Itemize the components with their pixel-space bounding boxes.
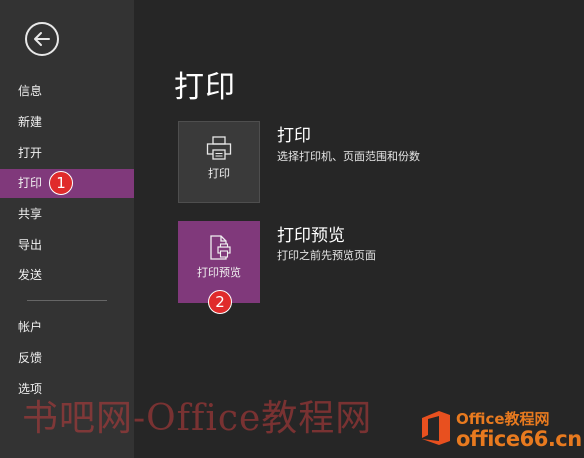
print-preview-tile-label: 打印预览 xyxy=(197,266,241,279)
step-badge-1: 1 xyxy=(49,171,73,195)
page-title: 打印 xyxy=(174,70,236,105)
print-preview-icon xyxy=(210,235,231,260)
print-option-title: 打印 xyxy=(277,126,311,146)
print-preview-option-description: 打印之前先预览页面 xyxy=(277,249,376,262)
printer-icon xyxy=(206,136,232,160)
sidebar-item-feedback[interactable]: 反馈 xyxy=(0,344,134,373)
sidebar-item-send[interactable]: 发送 xyxy=(0,261,134,290)
print-panel: 打印 打印 打印 选择打印机、页面范围和份数 打印预览 打印预览 打印之前先预览… xyxy=(134,0,584,458)
backstage-view: 信息 新建 打开 打印 共享 导出 发送 帐户 反馈 选项 1 打印 打印 打印… xyxy=(0,0,584,458)
sidebar-item-account[interactable]: 帐户 xyxy=(0,313,134,342)
print-tile-label: 打印 xyxy=(208,167,230,180)
sidebar-item-info[interactable]: 信息 xyxy=(0,77,134,106)
backstage-sidebar: 信息 新建 打开 打印 共享 导出 发送 帐户 反馈 选项 1 xyxy=(0,0,134,458)
back-arrow-icon xyxy=(34,32,50,46)
sidebar-item-new[interactable]: 新建 xyxy=(0,108,134,137)
sidebar-item-export[interactable]: 导出 xyxy=(0,231,134,260)
sidebar-item-open[interactable]: 打开 xyxy=(0,139,134,168)
sidebar-divider xyxy=(27,300,107,301)
print-button[interactable]: 打印 xyxy=(178,121,260,203)
print-preview-option-title: 打印预览 xyxy=(277,226,345,246)
sidebar-item-share[interactable]: 共享 xyxy=(0,200,134,229)
step-badge-2: 2 xyxy=(208,290,232,314)
print-option-description: 选择打印机、页面范围和份数 xyxy=(277,150,420,163)
back-button[interactable] xyxy=(25,22,59,56)
sidebar-item-options[interactable]: 选项 xyxy=(0,375,134,404)
